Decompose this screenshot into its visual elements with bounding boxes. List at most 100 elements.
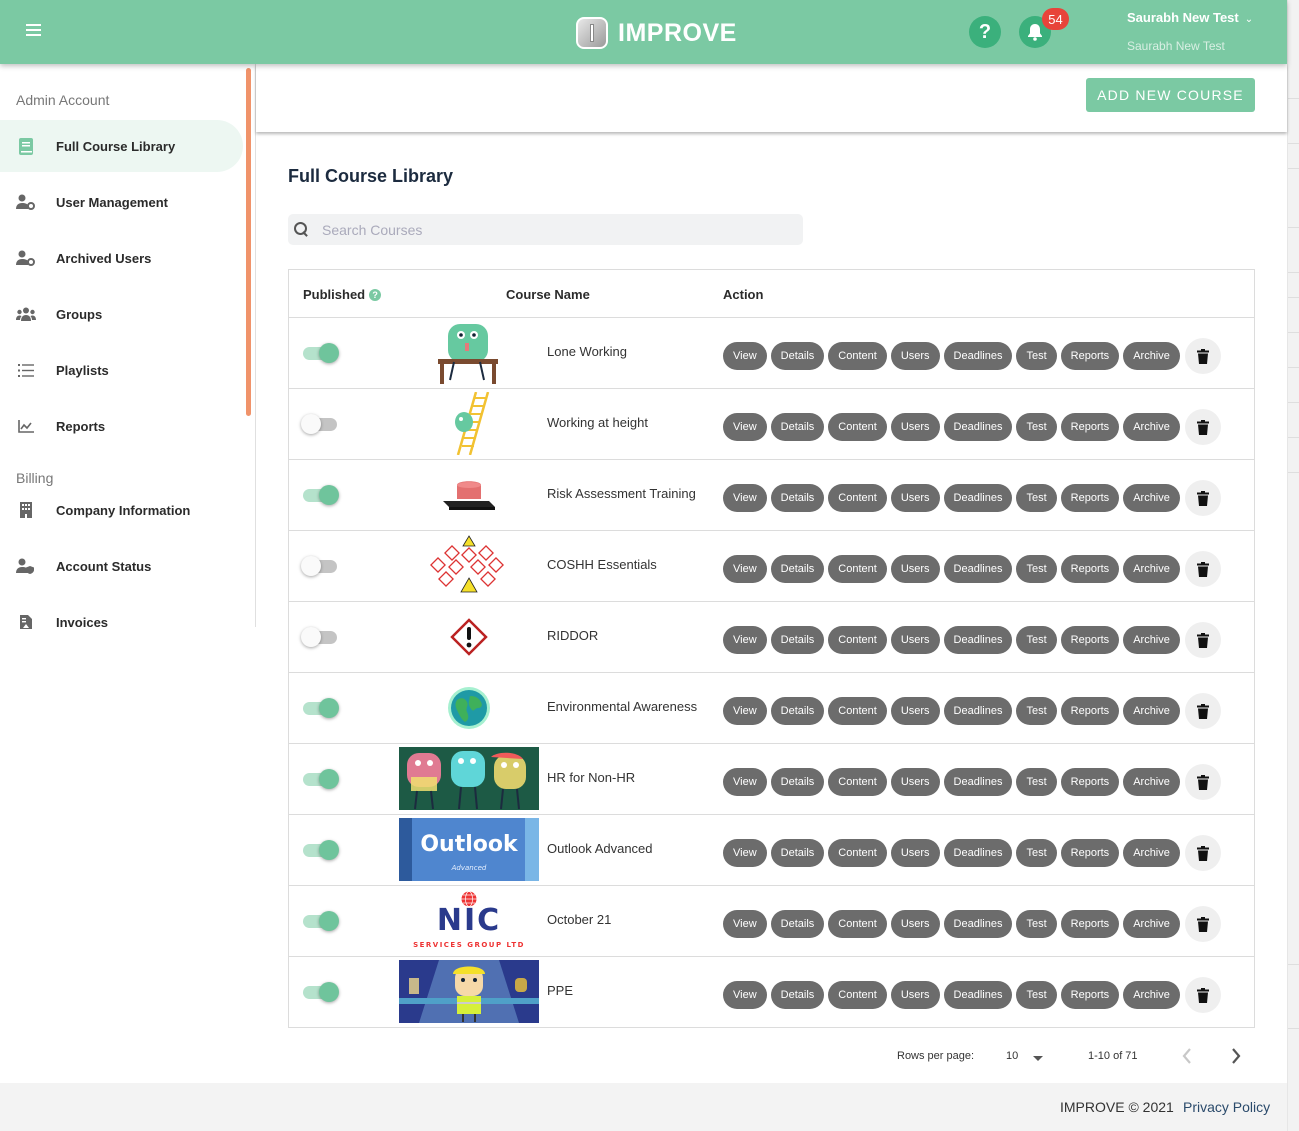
- reports-button[interactable]: Reports: [1060, 626, 1120, 654]
- archive-button[interactable]: Archive: [1123, 413, 1180, 441]
- published-toggle[interactable]: [301, 413, 339, 435]
- published-toggle[interactable]: [301, 697, 339, 719]
- next-page-button[interactable]: [1230, 1047, 1242, 1071]
- details-button[interactable]: Details: [770, 484, 825, 512]
- delete-button[interactable]: [1184, 693, 1221, 729]
- archive-button[interactable]: Archive: [1123, 342, 1180, 370]
- test-button[interactable]: Test: [1016, 910, 1057, 938]
- users-button[interactable]: Users: [890, 484, 940, 512]
- users-button[interactable]: Users: [890, 626, 940, 654]
- caret-down-icon[interactable]: [1033, 1056, 1043, 1061]
- deadlines-button[interactable]: Deadlines: [943, 413, 1013, 441]
- delete-button[interactable]: [1184, 480, 1221, 516]
- details-button[interactable]: Details: [770, 555, 825, 583]
- published-toggle[interactable]: [301, 626, 339, 648]
- published-toggle[interactable]: [301, 768, 339, 790]
- reports-button[interactable]: Reports: [1060, 981, 1120, 1009]
- user-menu[interactable]: Saurabh New Test ⌄: [1127, 10, 1253, 25]
- sidebar-item-full-course-library[interactable]: Full Course Library: [0, 120, 243, 172]
- archive-button[interactable]: Archive: [1123, 484, 1180, 512]
- users-button[interactable]: Users: [890, 910, 940, 938]
- reports-button[interactable]: Reports: [1060, 484, 1120, 512]
- delete-button[interactable]: [1184, 622, 1221, 658]
- content-button[interactable]: Content: [828, 839, 887, 867]
- users-button[interactable]: Users: [890, 768, 940, 796]
- users-button[interactable]: Users: [890, 413, 940, 441]
- column-header-course-name[interactable]: Course Name: [506, 287, 590, 302]
- view-button[interactable]: View: [723, 413, 767, 441]
- delete-button[interactable]: [1184, 551, 1221, 587]
- help-button[interactable]: ?: [969, 16, 1001, 48]
- deadlines-button[interactable]: Deadlines: [943, 697, 1013, 725]
- sidebar-item-playlists[interactable]: Playlists: [0, 344, 243, 396]
- test-button[interactable]: Test: [1016, 768, 1057, 796]
- details-button[interactable]: Details: [770, 697, 825, 725]
- content-button[interactable]: Content: [828, 910, 887, 938]
- delete-button[interactable]: [1184, 977, 1221, 1013]
- archive-button[interactable]: Archive: [1123, 768, 1180, 796]
- view-button[interactable]: View: [723, 768, 767, 796]
- archive-button[interactable]: Archive: [1123, 697, 1180, 725]
- published-toggle[interactable]: [301, 555, 339, 577]
- content-button[interactable]: Content: [828, 768, 887, 796]
- test-button[interactable]: Test: [1016, 697, 1057, 725]
- archive-button[interactable]: Archive: [1123, 626, 1180, 654]
- details-button[interactable]: Details: [770, 910, 825, 938]
- view-button[interactable]: View: [723, 697, 767, 725]
- delete-button[interactable]: [1184, 906, 1221, 942]
- delete-button[interactable]: [1184, 338, 1221, 374]
- sidebar-item-groups[interactable]: Groups: [0, 288, 243, 340]
- view-button[interactable]: View: [723, 484, 767, 512]
- content-button[interactable]: Content: [828, 626, 887, 654]
- deadlines-button[interactable]: Deadlines: [943, 839, 1013, 867]
- rows-per-page-select[interactable]: 10: [1006, 1050, 1018, 1062]
- archive-button[interactable]: Archive: [1123, 839, 1180, 867]
- archive-button[interactable]: Archive: [1123, 555, 1180, 583]
- sidebar-item-company-information[interactable]: Company Information: [0, 484, 243, 536]
- test-button[interactable]: Test: [1016, 981, 1057, 1009]
- privacy-policy-link[interactable]: Privacy Policy: [1183, 1099, 1270, 1115]
- view-button[interactable]: View: [723, 555, 767, 583]
- test-button[interactable]: Test: [1016, 342, 1057, 370]
- app-logo[interactable]: IMPROVE: [576, 16, 737, 50]
- question-circle-icon[interactable]: ?: [369, 289, 382, 301]
- column-header-published[interactable]: Published?: [303, 287, 382, 302]
- archive-button[interactable]: Archive: [1123, 910, 1180, 938]
- deadlines-button[interactable]: Deadlines: [943, 555, 1013, 583]
- reports-button[interactable]: Reports: [1060, 555, 1120, 583]
- delete-button[interactable]: [1184, 764, 1221, 800]
- add-new-course-button[interactable]: ADD NEW COURSE: [1086, 78, 1255, 112]
- published-toggle[interactable]: [301, 484, 339, 506]
- details-button[interactable]: Details: [770, 413, 825, 441]
- deadlines-button[interactable]: Deadlines: [943, 484, 1013, 512]
- previous-page-button[interactable]: [1181, 1047, 1193, 1071]
- view-button[interactable]: View: [723, 626, 767, 654]
- reports-button[interactable]: Reports: [1060, 768, 1120, 796]
- content-button[interactable]: Content: [828, 555, 887, 583]
- view-button[interactable]: View: [723, 910, 767, 938]
- content-button[interactable]: Content: [828, 342, 887, 370]
- deadlines-button[interactable]: Deadlines: [943, 342, 1013, 370]
- test-button[interactable]: Test: [1016, 555, 1057, 583]
- reports-button[interactable]: Reports: [1060, 413, 1120, 441]
- reports-button[interactable]: Reports: [1060, 839, 1120, 867]
- sidebar-item-archived-users[interactable]: Archived Users: [0, 232, 243, 284]
- published-toggle[interactable]: [301, 981, 339, 1003]
- archive-button[interactable]: Archive: [1123, 981, 1180, 1009]
- details-button[interactable]: Details: [770, 981, 825, 1009]
- view-button[interactable]: View: [723, 981, 767, 1009]
- view-button[interactable]: View: [723, 342, 767, 370]
- users-button[interactable]: Users: [890, 697, 940, 725]
- test-button[interactable]: Test: [1016, 484, 1057, 512]
- reports-button[interactable]: Reports: [1060, 342, 1120, 370]
- content-button[interactable]: Content: [828, 981, 887, 1009]
- content-button[interactable]: Content: [828, 697, 887, 725]
- details-button[interactable]: Details: [770, 839, 825, 867]
- users-button[interactable]: Users: [890, 555, 940, 583]
- users-button[interactable]: Users: [890, 981, 940, 1009]
- sidebar-item-user-management[interactable]: User Management: [0, 176, 243, 228]
- test-button[interactable]: Test: [1016, 839, 1057, 867]
- view-button[interactable]: View: [723, 839, 767, 867]
- delete-button[interactable]: [1184, 835, 1221, 871]
- delete-button[interactable]: [1184, 409, 1221, 445]
